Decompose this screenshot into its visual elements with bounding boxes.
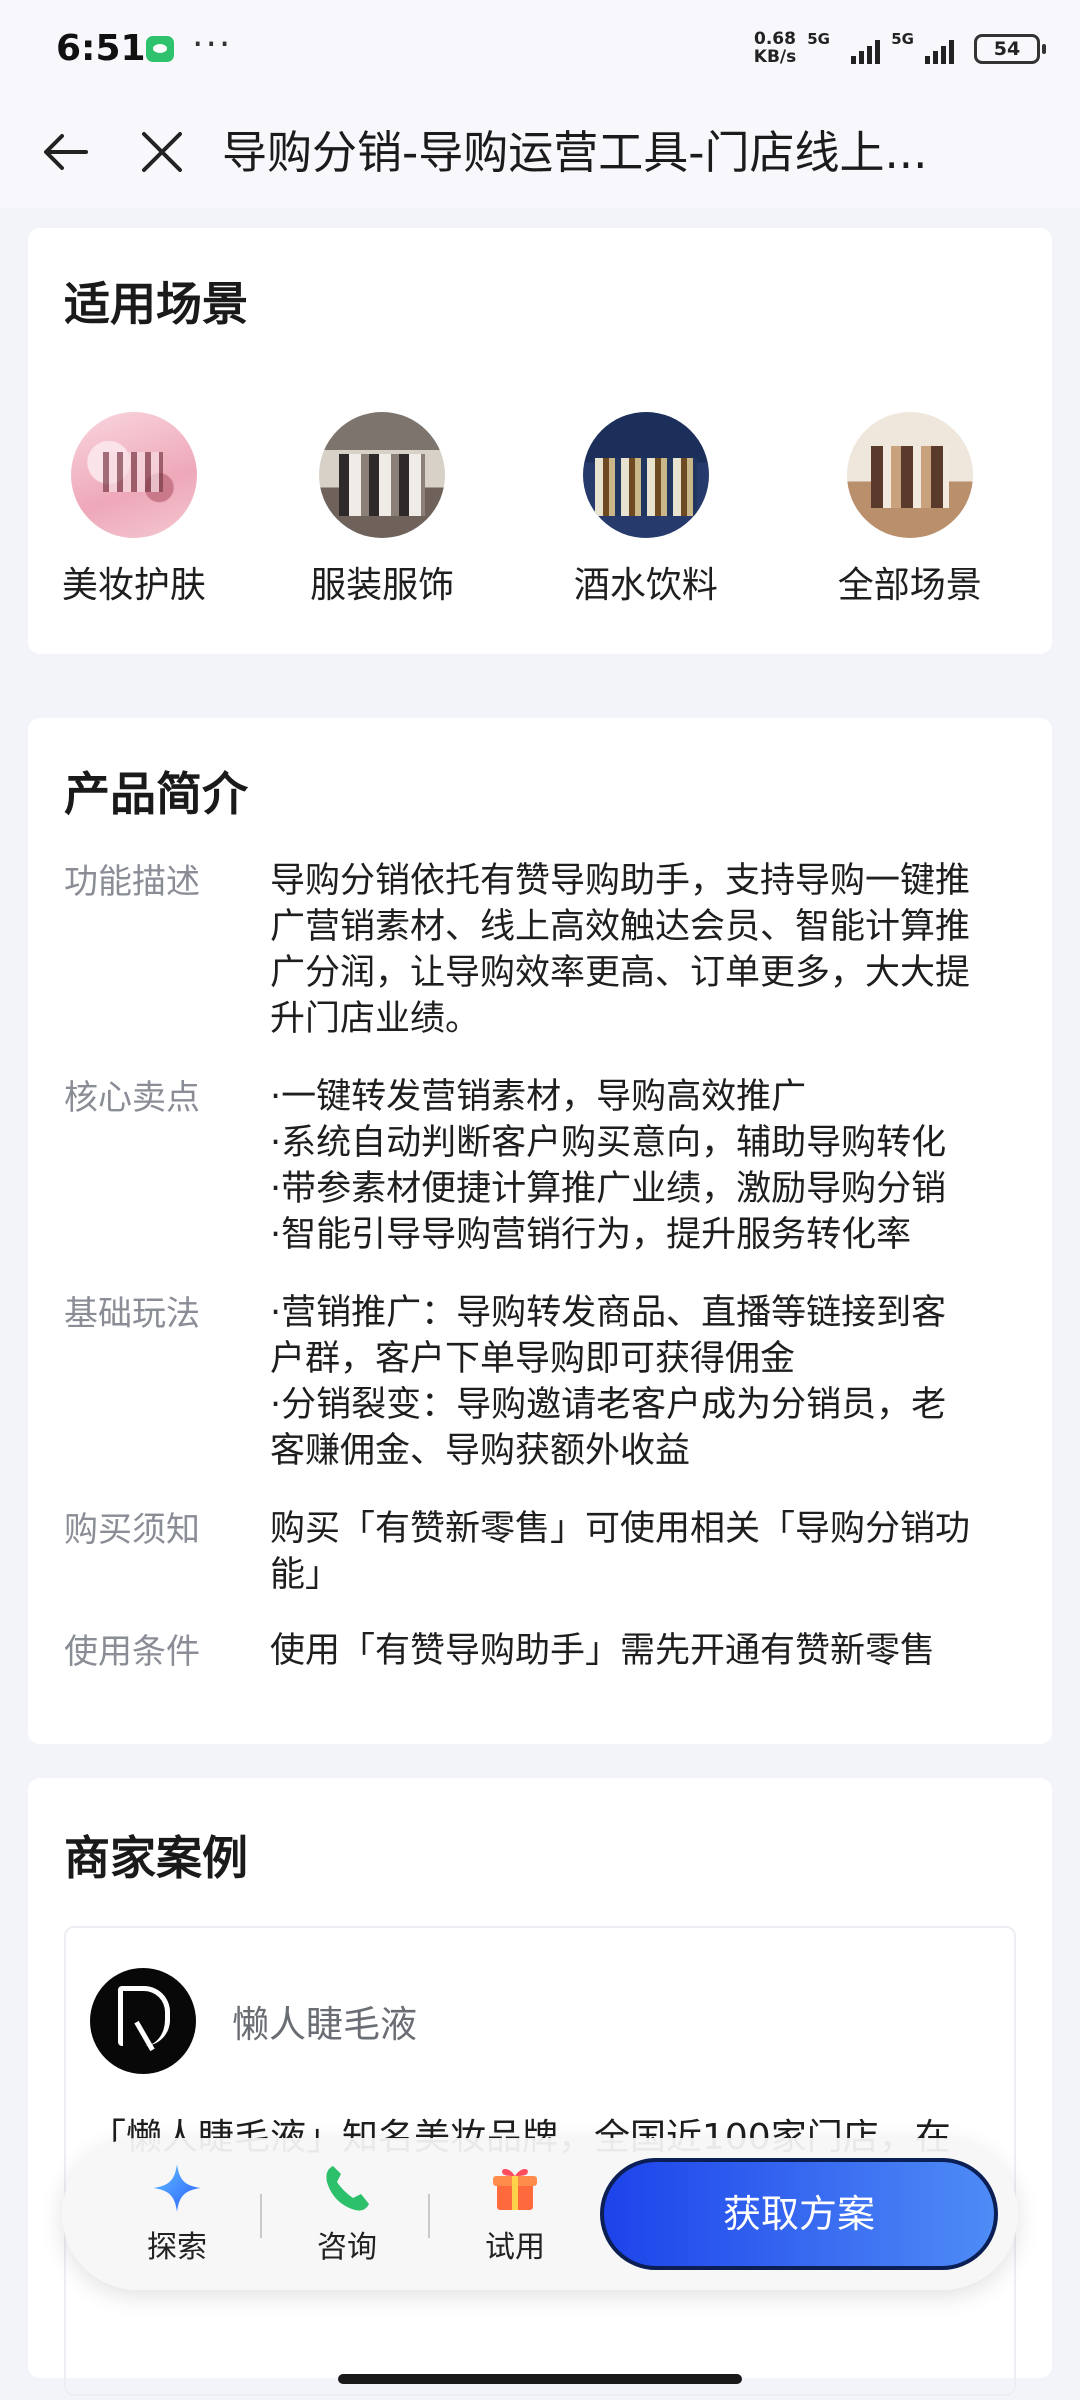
scene-label: 服装服饰 bbox=[310, 565, 455, 606]
intro-line: 客赚佣金、导购获额外收益 bbox=[270, 1431, 691, 1471]
intro-row-purchase-notes: 购买须知 购买「有赞新零售」可使用相关「导购分销功 能」 bbox=[64, 1506, 1024, 1598]
intro-line: ·营销推广：导购转发商品、直播等链接到客 bbox=[270, 1293, 947, 1333]
nav-bar: 导购分销-导购运营工具-门店线上... bbox=[0, 100, 1080, 208]
net-speed: 0.68 KB/s bbox=[750, 30, 800, 66]
more-notifications-icon: ··· bbox=[192, 24, 233, 65]
get-solution-button[interactable]: 获取方案 bbox=[600, 2158, 998, 2270]
battery-icon: 54 bbox=[974, 34, 1046, 64]
intro-key: 功能描述 bbox=[64, 862, 200, 902]
intro-line: 升门店业绩。 bbox=[270, 999, 481, 1039]
explore-label: 探索 bbox=[147, 2230, 207, 2265]
intro-value: 使用「有赞导购助手」需先开通有赞新零售 bbox=[270, 1628, 1014, 1676]
scene-item-all[interactable]: 全部场景 bbox=[768, 412, 1052, 608]
intro-line: 购买「有赞新零售」可使用相关「导购分销功 bbox=[270, 1509, 971, 1549]
intro-key: 购买须知 bbox=[64, 1510, 200, 1550]
intro-row-basic-play: 基础玩法 ·营销推广：导购转发商品、直播等链接到客 户群，客户下单导购即可获得佣… bbox=[64, 1290, 1024, 1474]
scenes-title: 适用场景 bbox=[64, 277, 248, 331]
net-speed-unit: KB/s bbox=[753, 47, 797, 67]
intro-line: 能」 bbox=[270, 1555, 341, 1595]
close-icon[interactable] bbox=[134, 124, 190, 180]
net-speed-value: 0.68 bbox=[754, 29, 796, 49]
scene-item-clothing[interactable]: 服装服饰 bbox=[240, 412, 524, 608]
intro-line: ·带参素材便捷计算推广业绩，激励导购分销 bbox=[270, 1169, 947, 1209]
page-title: 导购分销-导购运营工具-门店线上... bbox=[222, 126, 928, 179]
trial-button[interactable]: 试用 bbox=[460, 2160, 570, 2266]
intro-key: 核心卖点 bbox=[64, 1078, 200, 1118]
floating-action-bar: 探索 咨询 试用 获取方案 bbox=[62, 2138, 1018, 2290]
beauty-scene-image bbox=[70, 412, 197, 538]
intro-line: 户群，客户下单导购即可获得佣金 bbox=[270, 1339, 796, 1379]
intro-value: 购买「有赞新零售」可使用相关「导购分销功 能」 bbox=[270, 1506, 1014, 1598]
intro-line: ·一键转发营销素材，导购高效推广 bbox=[270, 1077, 807, 1117]
back-arrow-icon[interactable] bbox=[38, 124, 94, 180]
intro-value: ·一键转发营销素材，导购高效推广 ·系统自动判断客户购买意向，辅助导购转化 ·带… bbox=[270, 1074, 1014, 1258]
network-type-2: 5G bbox=[891, 30, 914, 48]
status-bar: 6:51 ··· 0.68 KB/s 5G 5G 54 bbox=[0, 0, 1080, 100]
wechat-notification-icon bbox=[146, 36, 174, 62]
gift-icon bbox=[493, 2169, 537, 2210]
scene-item-beauty[interactable]: 美妆护肤 bbox=[28, 412, 240, 608]
intro-title: 产品简介 bbox=[64, 767, 248, 821]
drinks-scene-image bbox=[582, 412, 709, 538]
trial-label: 试用 bbox=[485, 2230, 545, 2265]
intro-row-conditions: 使用条件 使用「有赞导购助手」需先开通有赞新零售 bbox=[64, 1628, 1024, 1676]
intro-value: ·营销推广：导购转发商品、直播等链接到客 户群，客户下单导购即可获得佣金 ·分销… bbox=[270, 1290, 1014, 1474]
case-brand-name: 懒人睫毛液 bbox=[232, 2003, 417, 2046]
scene-label: 酒水饮料 bbox=[573, 565, 718, 606]
intro-line: 导购分销依托有赞导购助手，支持导购一键推 bbox=[270, 861, 971, 901]
intro-line: ·系统自动判断客户购买意向，辅助导购转化 bbox=[270, 1123, 947, 1163]
clothing-scene-image bbox=[319, 412, 446, 538]
explore-button[interactable]: 探索 bbox=[122, 2160, 232, 2266]
intro-row-function: 功能描述 导购分销依托有赞导购助手，支持导购一键推 广营销素材、线上高效触达会员… bbox=[64, 858, 1024, 1042]
intro-line: 广分润，让导购效率更高、订单更多，大大提 bbox=[270, 953, 971, 993]
scene-label: 美妆护肤 bbox=[61, 565, 206, 606]
product-intro-card: 产品简介 功能描述 导购分销依托有赞导购助手，支持导购一键推 广营销素材、线上高… bbox=[28, 718, 1052, 1744]
scene-item-drinks[interactable]: 酒水饮料 bbox=[524, 412, 767, 608]
signal-1-icon bbox=[851, 38, 880, 64]
intro-key: 基础玩法 bbox=[64, 1294, 200, 1334]
divider bbox=[428, 2194, 430, 2238]
phone-icon bbox=[326, 2166, 369, 2211]
intro-line: ·分销裂变：导购邀请老客户成为分销员，老 bbox=[270, 1385, 947, 1425]
status-indicators: 0.68 KB/s 5G 5G 54 bbox=[740, 30, 1046, 70]
home-indicator[interactable] bbox=[338, 2374, 742, 2384]
scenes-card: 适用场景 美妆护肤 服装服饰 酒水饮料 全部场景 bbox=[28, 228, 1052, 654]
intro-line: 广营销素材、线上高效触达会员、智能计算推 bbox=[270, 907, 971, 947]
intro-line: 使用「有赞导购助手」需先开通有赞新零售 bbox=[270, 1631, 936, 1671]
divider bbox=[260, 2194, 262, 2238]
status-time: 6:51 bbox=[56, 28, 146, 69]
consult-button[interactable]: 咨询 bbox=[292, 2160, 402, 2266]
sparkle-icon bbox=[153, 2164, 201, 2212]
signal-2-icon bbox=[925, 38, 954, 64]
consult-label: 咨询 bbox=[317, 2230, 377, 2265]
intro-line: ·智能引导导购营销行为，提升服务转化率 bbox=[270, 1215, 912, 1255]
brand-logo-icon bbox=[90, 1968, 196, 2074]
intro-value: 导购分销依托有赞导购助手，支持导购一键推 广营销素材、线上高效触达会员、智能计算… bbox=[270, 858, 1014, 1042]
all-scenes-image bbox=[846, 412, 973, 538]
scene-list: 美妆护肤 服装服饰 酒水饮料 全部场景 bbox=[28, 412, 1052, 608]
network-type-1: 5G bbox=[807, 30, 830, 48]
cases-title: 商家案例 bbox=[64, 1831, 248, 1885]
intro-key: 使用条件 bbox=[64, 1632, 200, 1672]
scene-label: 全部场景 bbox=[837, 565, 982, 606]
intro-row-selling-points: 核心卖点 ·一键转发营销素材，导购高效推广 ·系统自动判断客户购买意向，辅助导购… bbox=[64, 1074, 1024, 1258]
